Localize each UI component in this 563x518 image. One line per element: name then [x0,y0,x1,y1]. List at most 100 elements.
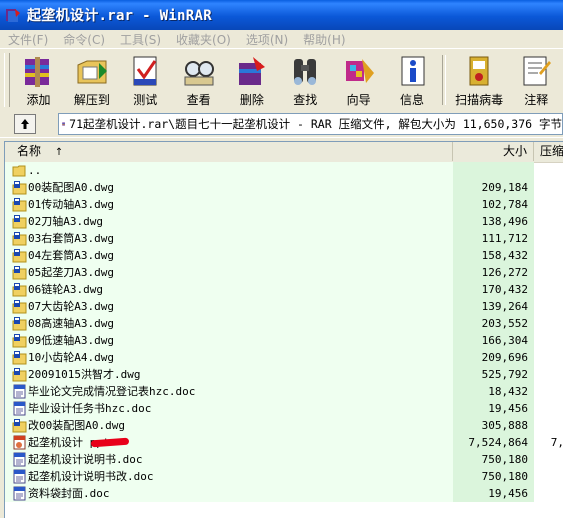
column-packed-label: 压缩 [540,144,563,158]
toolbar-button[interactable]: 添加 [12,49,65,109]
address-path-text: 71起垄机设计.rar\题目七十一起垄机设计 - RAR 压缩文件, 解包大小为… [69,116,562,132]
toolbar-button[interactable]: 查找 [279,49,332,109]
toolbar-button-label: 信息 [400,91,424,108]
dwg-file-icon [12,367,27,382]
file-name: 毕业论文完成情况登记表hzc.doc [28,383,195,400]
toolbar-button[interactable]: 查看 [172,49,225,109]
file-size: 750,180 [453,451,528,468]
toolbar-button[interactable]: 向导 [332,49,385,109]
file-row[interactable]: 03右套筒A3.dwg 111,712 [5,230,563,247]
menu-bar: 文件(F)命令(C)工具(S)收藏夹(O)选项(N)帮助(H) [0,30,563,48]
title-bar[interactable]: 起垄机设计.rar - WinRAR [0,0,563,30]
up-folder-button[interactable] [14,114,36,134]
ppt-file-icon [12,435,27,450]
file-name: 03右套筒A3.dwg [28,230,114,247]
file-name: 08高速轴A3.dwg [28,315,114,332]
column-header: 名称 ↑ 大小 压缩 [5,142,563,163]
doc-file-icon [12,469,27,484]
file-row[interactable]: 09低速轴A3.dwg166,304 [5,332,563,349]
column-size-header[interactable]: 大小 [453,142,534,161]
file-size: 126,272 [453,264,528,281]
dwg-file-icon [12,418,27,433]
file-name: 起垄机设计说明书.doc [28,451,143,468]
file-row[interactable]: 改00装配图A0.dwg 305,888 [5,417,563,434]
toolbar-button-label: 查看 [187,91,211,108]
doc-file-icon [12,486,27,501]
archive-icon [62,116,65,132]
file-name: 02刀轴A3.dwg [28,213,103,230]
file-row[interactable]: 01传动轴A3.dwg102,784 [5,196,563,213]
dwg-file-icon [12,197,27,212]
file-list[interactable]: 名称 ↑ 大小 压缩 ..00装配图A0.dwg209,18401传动轴A3.d… [4,141,563,518]
file-name: 05起垄刀A3.dwg [28,264,114,281]
address-path-field[interactable]: 71起垄机设计.rar\题目七十一起垄机设计 - RAR 压缩文件, 解包大小为… [58,113,563,135]
sort-up-icon: ↑ [55,143,63,162]
file-name: 20091015洪智才.dwg [28,366,140,383]
file-row[interactable]: 起垄机设计说明书改.doc750,180 [5,468,563,485]
file-name: 毕业设计任务书hzc.doc [28,400,151,417]
toolbar-button-label: 扫描病毒 [455,91,503,108]
file-row[interactable]: 资料袋封面.doc19,456 [5,485,563,502]
row-size-bg [453,162,534,179]
toolbar-button-label: 解压到 [74,91,110,108]
file-row[interactable]: 07大齿轮A3.dwg139,264 [5,298,563,315]
menu-item[interactable]: 命令(C) [55,31,112,48]
window-title: 起垄机设计.rar - WinRAR [27,5,212,25]
toolbar-button[interactable]: 删除 [225,49,278,109]
file-row[interactable]: 08高速轴A3.dwg203,552 [5,315,563,332]
file-row[interactable]: 06链轮A3.dwg170,432 [5,281,563,298]
file-size: 18,432 [453,383,528,400]
toolbar-button[interactable]: 信息 [385,49,438,109]
add-icon [21,53,55,89]
toolbar-grip[interactable] [4,53,10,107]
file-row[interactable]: 20091015洪智才.dwg525,792 [5,366,563,383]
test-icon [128,53,162,89]
menu-item[interactable]: 收藏夹(O) [168,31,238,48]
column-size-label: 大小 [503,144,527,158]
toolbar-button-label: 注释 [524,91,548,108]
file-size: 19,456 [453,400,528,417]
column-name-header[interactable]: 名称 ↑ [5,142,453,161]
dwg-file-icon [12,316,27,331]
file-name: 10小齿轮A4.dwg [28,349,114,366]
file-name: 06链轮A3.dwg [28,281,103,298]
file-size: 111,712 [453,230,528,247]
dwg-file-icon [12,214,27,229]
menu-item[interactable]: 选项(N) [238,31,295,48]
menu-item[interactable]: 帮助(H) [295,31,352,48]
file-row[interactable]: 10小齿轮A4.dwg 209,696 [5,349,563,366]
file-size: 7,524,864 [453,434,528,451]
file-size: 305,888 [453,417,528,434]
file-size: 209,696 [453,349,528,366]
info-icon [395,53,429,89]
menu-item[interactable]: 文件(F) [0,31,55,48]
file-name: 01传动轴A3.dwg [28,196,114,213]
doc-file-icon [12,452,27,467]
toolbar-button[interactable]: 注释 [510,49,563,109]
winrar-app-icon [5,7,21,23]
toolbar-button[interactable]: 解压到 [65,49,118,109]
toolbar-button-label: 向导 [347,91,371,108]
column-packed-header[interactable]: 压缩 [534,142,563,161]
toolbar-button[interactable]: 扫描病毒 [449,49,510,109]
file-row[interactable]: 毕业设计任务书hzc.doc 19,456 [5,400,563,417]
file-row[interactable]: 02刀轴A3.dwg138,496 [5,213,563,230]
parent-folder-row[interactable]: .. [5,162,563,179]
up-arrow-icon [19,118,31,130]
file-name: 资料袋封面.doc [28,485,110,502]
doc-file-icon [12,384,27,399]
file-name: 起垄机设计说明书改.doc [28,468,154,485]
file-row[interactable]: 毕业论文完成情况登记表hzc.doc 18,432 [5,383,563,400]
file-row[interactable]: 00装配图A0.dwg209,184 [5,179,563,196]
file-row[interactable]: 起垄机设计 ppt7,524,8647, [5,434,563,451]
file-row[interactable]: 04左套筒A3.dwg158,432 [5,247,563,264]
file-name: 改00装配图A0.dwg [28,417,125,434]
file-row[interactable]: 05起垄刀A3.dwg 126,272 [5,264,563,281]
folder-icon [12,163,27,178]
row-name-bg [5,162,453,179]
toolbar-button[interactable]: 测试 [119,49,172,109]
menu-item[interactable]: 工具(S) [112,31,168,48]
toolbar-separator [442,55,446,105]
file-row[interactable]: 起垄机设计说明书.doc 750,180 [5,451,563,468]
file-size: 209,184 [453,179,528,196]
